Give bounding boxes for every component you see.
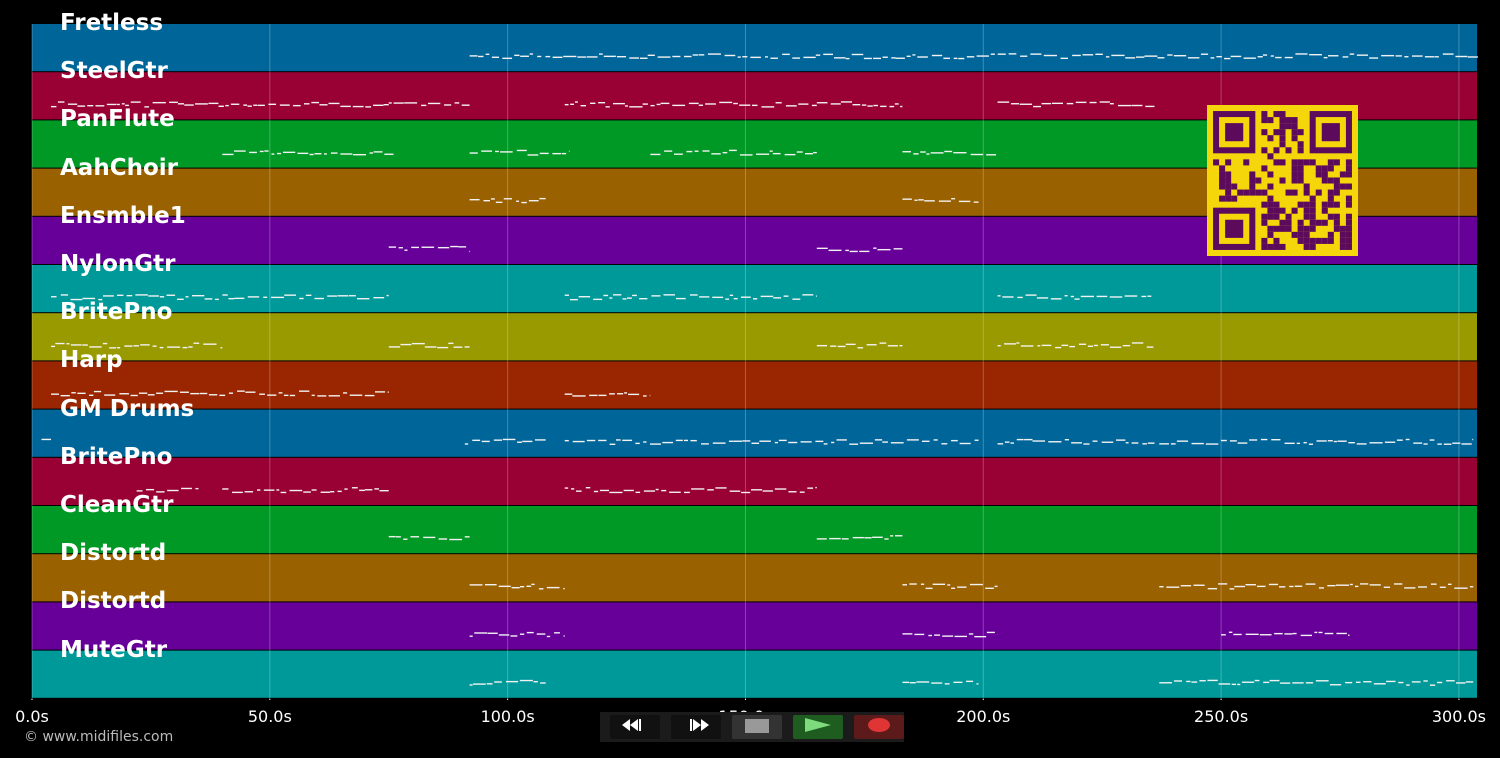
tick-label: 200.0s [956,707,1011,726]
track-label: PanFlute [60,106,175,133]
fast-forward-button[interactable] [671,715,721,739]
record-icon [867,717,891,737]
rewind-button[interactable] [610,715,660,739]
play-button[interactable] [793,715,843,739]
track-label: CleanGtr [60,492,174,518]
fast-forward-icon [681,717,711,737]
track-label: Distortd [60,588,167,615]
tick-label: 0.0s [15,707,49,726]
track-lane [32,650,1477,698]
track-label: GM Drums [60,395,195,422]
record-button[interactable] [854,715,904,739]
track-label: Fretless [60,10,164,36]
tick-label: 300.0s [1431,707,1486,726]
tick-label: 50.0s [247,707,292,726]
track-lane [32,24,1477,72]
track-lane [32,265,1477,313]
track-lane [32,602,1477,650]
track-label: BritePno [60,443,173,470]
track-label: SteelGtr [60,58,168,85]
track-lane [32,506,1477,554]
track-label: MuteGtr [60,636,168,663]
play-icon [803,717,833,737]
stop-icon [745,718,769,737]
track-lane [32,554,1477,602]
track-label: AahChoir [60,154,178,181]
track-label: Ensmble1 [60,202,186,229]
tick-label: 250.0s [1194,707,1249,726]
track-label: Harp [60,347,123,374]
transport-controls [600,712,904,742]
qr-code [1207,105,1358,256]
track-lane [32,457,1477,505]
rewind-icon [620,717,650,737]
track-lane [32,313,1477,361]
track-label: BritePno [60,299,173,326]
track-lane [32,409,1477,457]
tick-label: 100.0s [480,707,535,726]
track-lane [32,361,1477,409]
track-label: Distortd [60,540,167,567]
stop-button[interactable] [732,715,782,739]
track-label: NylonGtr [60,251,176,277]
copyright-text: © www.midifiles.com [24,729,174,745]
